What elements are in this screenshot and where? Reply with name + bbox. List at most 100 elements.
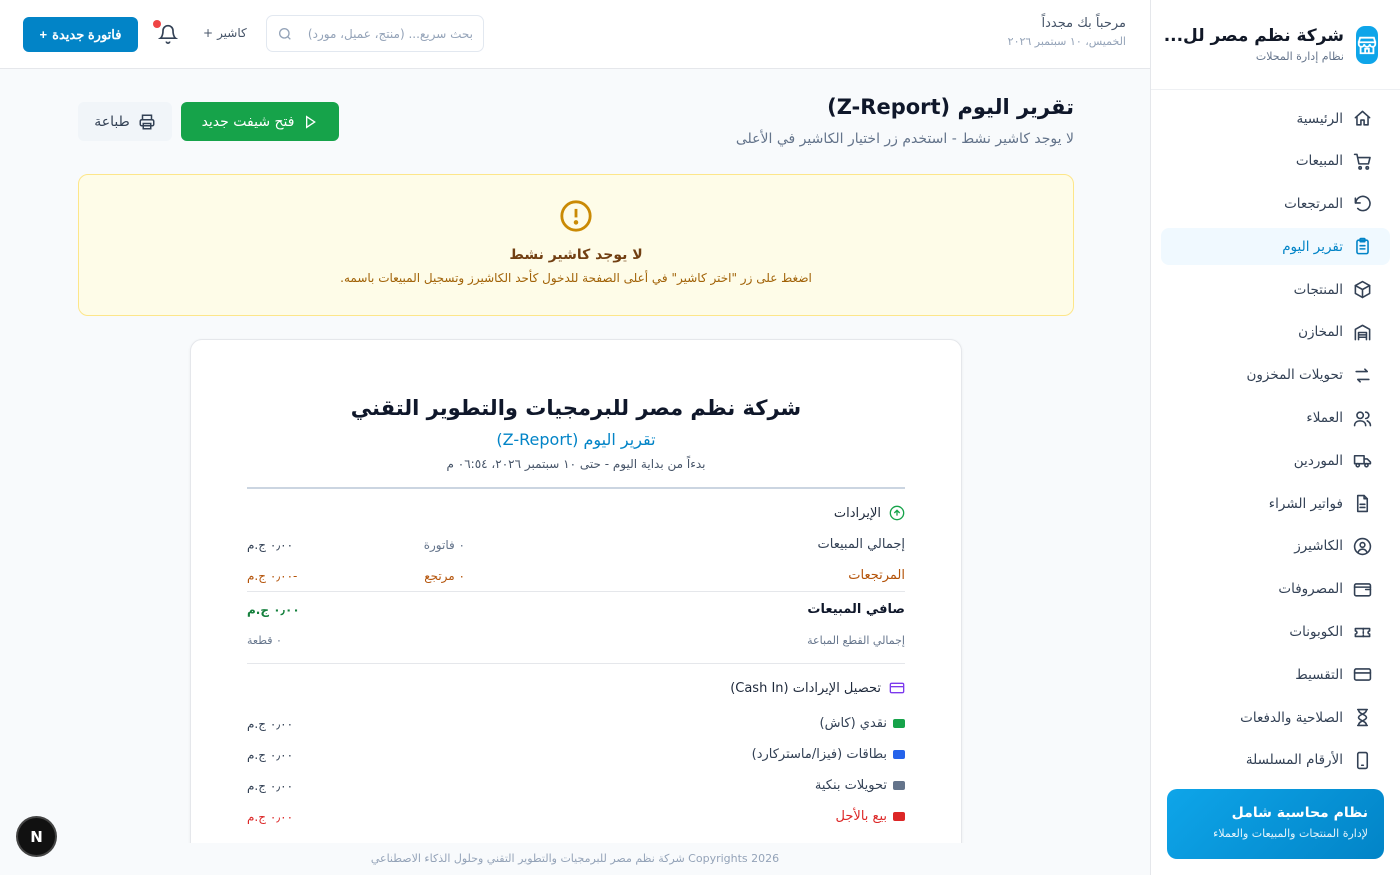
net-sales-amount: ٠٫٠٠ ج.م (247, 602, 300, 617)
new-invoice-label: فاتورة جديدة (52, 26, 122, 42)
store-icon (1356, 25, 1378, 64)
users-icon (1353, 410, 1372, 426)
sidebar-item-box[interactable]: المنتجات (1161, 271, 1390, 308)
brand-subtitle: نظام إدارة المحلات (1255, 50, 1344, 63)
sidebar-item-label: تحويلات المخزون (1246, 367, 1343, 384)
sidebar-item-label: المنتجات (1293, 281, 1343, 298)
sidebar-item-label: الصلاحية والدفعات (1240, 709, 1343, 726)
z-report-card: شركة نظم مصر للبرمجيات والتطوير التقني ت… (190, 339, 962, 875)
home-icon (1354, 110, 1371, 126)
total-sales-row: إجمالي المبيعات ٠ فاتورة ٠٫٠٠ ج.م (247, 529, 905, 560)
payment-label: بيع بالأجل (835, 809, 887, 824)
arrow-up-circle-icon (889, 505, 905, 521)
sidebar-item-home[interactable]: الرئيسية (1161, 100, 1390, 137)
current-date: الخميس، ١٠ سبتمبر ٢٠٢٦ (1007, 35, 1126, 48)
promo-card[interactable]: نظام محاسبة شامل لإدارة المنتجات والمبيع… (1167, 789, 1384, 859)
page-title: تقرير اليوم (Z-Report) (827, 95, 1074, 119)
sidebar-nav: الرئيسية المبيعات المرتجعات تقرير اليوم المن… (1151, 90, 1400, 773)
total-sales-amount: ٠٫٠٠ ج.م (247, 537, 294, 552)
alert-title: لا يوجد كاشير نشط (509, 247, 643, 263)
sidebar-item-label: الكوبونات (1289, 624, 1343, 641)
brand[interactable]: شركة نظم مصر لل... نظام إدارة المحلات (1151, 0, 1400, 90)
printer-icon (139, 114, 155, 129)
returns-row: المرتجعات ٠ مرتجع -٠٫٠٠ ج.م (247, 560, 905, 591)
select-cashier-button[interactable]: كاشير + (203, 26, 247, 40)
clipboard-icon (1356, 238, 1369, 255)
transfer-icon (1355, 368, 1370, 383)
divider (247, 487, 905, 489)
welcome-text: مرحباً بك مجدداً (1041, 16, 1126, 31)
payment-method-icon (893, 781, 905, 790)
items-sold-row: إجمالي القطع المباعة ٠ قطعة (247, 627, 905, 653)
promo-title: نظام محاسبة شامل (1231, 805, 1368, 821)
footer: Copyrights 2026 شركة نظم مصر للبرمجيات و… (0, 843, 1150, 875)
search-box[interactable] (266, 15, 484, 52)
total-sales-label: إجمالي المبيعات (817, 537, 905, 552)
search-input[interactable] (301, 26, 473, 41)
sidebar-item-transfer[interactable]: تحويلات المخزون (1161, 357, 1390, 394)
sidebar-item-users[interactable]: العملاء (1161, 400, 1390, 437)
report-header: شركة نظم مصر للبرمجيات والتطوير التقني ت… (191, 396, 961, 471)
sidebar-item-label: الكاشيرز (1294, 538, 1343, 555)
sidebar-item-undo[interactable]: المرتجعات (1161, 186, 1390, 223)
main-content: تقرير اليوم (Z-Report) لا يوجد كاشير نشط… (0, 69, 1150, 875)
new-invoice-button[interactable]: فاتورة جديدة + (23, 17, 138, 52)
sidebar-item-label: الموردين (1293, 452, 1343, 469)
sidebar-item-user-circle[interactable]: الكاشيرز (1161, 528, 1390, 565)
sidebar-item-cart[interactable]: المبيعات (1161, 143, 1390, 180)
payment-amount: ٠٫٠٠ ج.م (247, 809, 294, 824)
revenue-section-title: الإيرادات (247, 505, 905, 521)
sidebar-item-wallet[interactable]: المصروفات (1161, 571, 1390, 608)
sidebar-item-label: المصروفات (1278, 581, 1343, 598)
sidebar-item-truck[interactable]: الموردين (1161, 442, 1390, 479)
page-subtitle: لا يوجد كاشير نشط - استخدم زر اختيار الك… (735, 131, 1074, 147)
credit-card-icon (1353, 668, 1372, 682)
sidebar-item-clipboard[interactable]: تقرير اليوم (1161, 228, 1390, 266)
payment-row: بيع بالأجل ٠٫٠٠ ج.م (247, 801, 905, 832)
brand-name: شركة نظم مصر لل... (1163, 26, 1344, 46)
sidebar-item-warehouse[interactable]: المخازن (1161, 314, 1390, 351)
payment-method-icon (893, 750, 905, 759)
cash-in-title: تحصيل الإيرادات (Cash In) (730, 680, 881, 696)
sidebar-item-phone[interactable]: الأرقام المسلسلة (1161, 742, 1390, 773)
payment-row: نقدي (كاش) ٠٫٠٠ ج.م (247, 708, 905, 739)
report-company: شركة نظم مصر للبرمجيات والتطوير التقني (350, 396, 802, 420)
bell-icon[interactable] (158, 24, 178, 44)
open-shift-button[interactable]: فتح شيفت جديد (181, 102, 339, 141)
revenue-title: الإيرادات (833, 505, 881, 521)
truck-icon (1353, 455, 1372, 468)
sidebar-item-label: العملاء (1306, 410, 1343, 427)
sidebar-item-label: تقرير اليوم (1282, 238, 1343, 255)
payment-label: نقدي (كاش) (819, 716, 888, 731)
sidebar-item-label: الرئيسية (1296, 110, 1344, 127)
net-sales-label: صافي المبيعات (807, 602, 905, 617)
wallet-icon (1353, 582, 1372, 597)
sidebar-item-label: فواتير الشراء (1268, 495, 1343, 512)
payment-label: تحويلات بنكية (814, 778, 887, 793)
items-sold-label: إجمالي القطع المباعة (807, 633, 905, 647)
payment-method-icon (893, 719, 905, 728)
ticket-icon (1354, 627, 1371, 637)
sidebar-item-credit-card[interactable]: التقسيط (1161, 656, 1390, 693)
returns-count: ٠ مرتجع (424, 568, 465, 583)
divider (247, 663, 905, 664)
undo-icon (1354, 195, 1371, 211)
box-icon (1354, 280, 1371, 299)
payment-row: بطاقات (فيزا/ماستركارد) ٠٫٠٠ ج.م (247, 739, 905, 770)
cash-in-section-title: تحصيل الإيرادات (Cash In) (247, 680, 905, 696)
dev-badge[interactable]: N (18, 818, 55, 855)
alert-text: اضغط على زر "اختر كاشير" في أعلى الصفحة … (340, 271, 812, 285)
sidebar-item-ticket[interactable]: الكوبونات (1161, 614, 1390, 651)
payment-label: بطاقات (فيزا/ماستركارد) (751, 747, 887, 762)
payment-amount: ٠٫٠٠ ج.م (247, 778, 294, 793)
sidebar-item-file[interactable]: فواتير الشراء (1161, 485, 1390, 522)
topbar: مرحباً بك مجدداً الخميس، ١٠ سبتمبر ٢٠٢٦ … (0, 0, 1150, 69)
promo-subtitle: لإدارة المنتجات والمبيعات والعملاء (1213, 827, 1368, 840)
alert-circle-icon (560, 200, 592, 232)
print-button[interactable]: طباعة (78, 102, 172, 141)
sidebar-item-label: المخازن (1298, 324, 1343, 341)
report-range: بدءاً من بداية اليوم - حتى ١٠ سبتمبر ٢٠٢… (446, 457, 706, 471)
file-icon (1356, 494, 1369, 513)
print-label: طباعة (94, 113, 130, 130)
sidebar-item-hourglass[interactable]: الصلاحية والدفعات (1161, 699, 1390, 736)
